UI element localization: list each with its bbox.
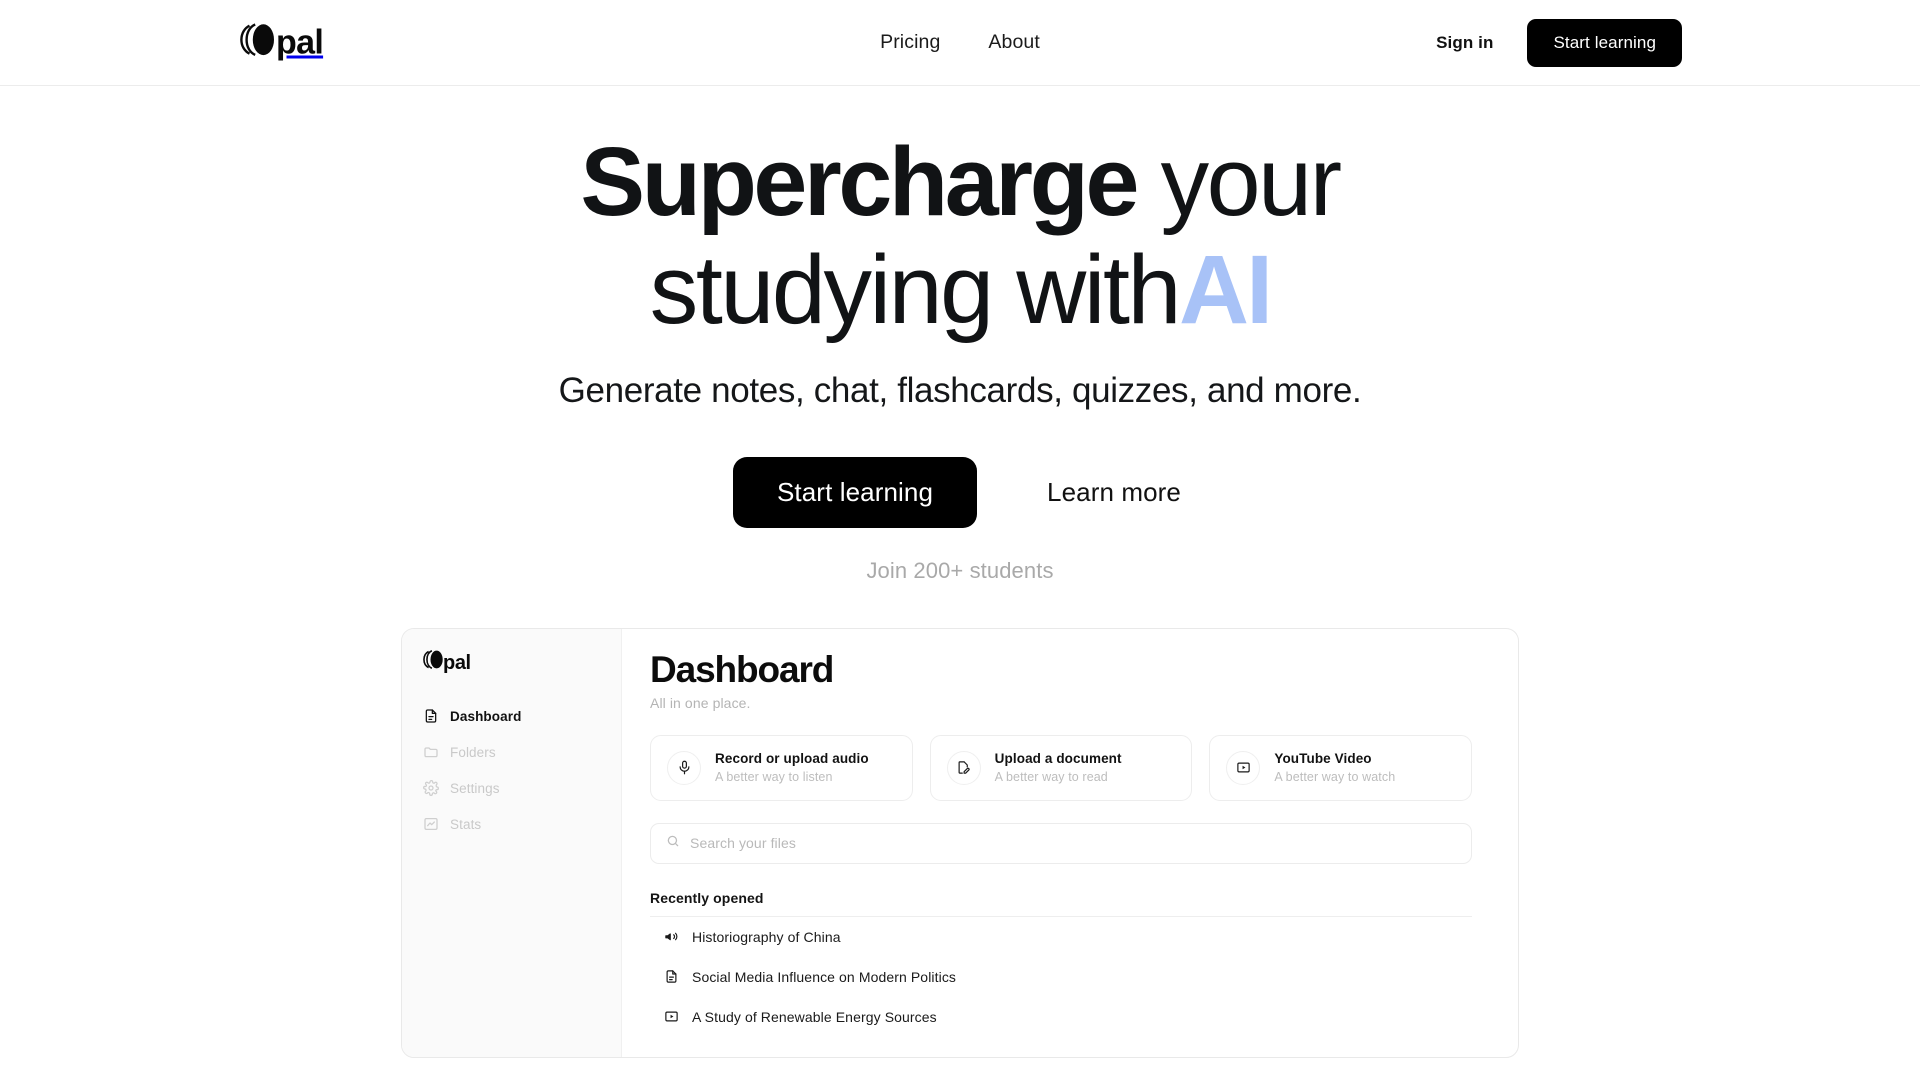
hero-learn-more-button[interactable]: Learn more — [1041, 457, 1187, 528]
dashboard-brand-logo[interactable]: pal — [402, 649, 621, 676]
dashboard-brand-wordmark: pal — [443, 651, 471, 674]
header-start-learning-button[interactable]: Start learning — [1527, 18, 1682, 67]
sidebar-item-settings[interactable]: Settings — [414, 773, 609, 803]
action-card-upload-document[interactable]: Upload a document A better way to read — [929, 734, 1193, 801]
page-title: Supercharge your studying withAI — [410, 128, 1510, 343]
header-actions: Sign in Start learning — [1436, 18, 1682, 67]
dashboard-action-cards: Record or upload audio A better way to l… — [650, 734, 1473, 801]
recently-opened-heading: Recently opened — [650, 890, 1472, 917]
gear-icon — [423, 780, 439, 797]
list-item-label: Social Media Influence on Modern Politic… — [692, 968, 957, 985]
action-card-title: YouTube Video — [1274, 750, 1372, 766]
hero-section: Supercharge your studying withAI Generat… — [0, 86, 1920, 584]
document-icon — [423, 708, 439, 724]
action-card-record-audio[interactable]: Record or upload audio A better way to l… — [650, 734, 913, 801]
hero-cta-group: Start learning Learn more — [0, 457, 1920, 529]
sidebar-item-label: Settings — [450, 780, 500, 796]
recently-opened-list: Historiography of China Social Media Inf… — [650, 917, 1472, 1037]
sidebar-item-stats[interactable]: Stats — [414, 809, 609, 839]
action-card-title: Record or upload audio — [715, 750, 869, 766]
hero-start-learning-button[interactable]: Start learning — [732, 457, 978, 529]
opal-logo-icon — [422, 649, 445, 676]
dashboard-preview: pal Dashboard Folders Settings Stats Das… — [401, 628, 1519, 1059]
audio-speaker-icon — [664, 929, 679, 944]
nav-link-about[interactable]: About — [988, 31, 1039, 54]
list-item-label: Historiography of China — [692, 928, 841, 945]
document-icon — [664, 969, 679, 984]
list-item[interactable]: A Study of Renewable Energy Sources — [650, 997, 1472, 1037]
video-play-icon — [1226, 750, 1261, 785]
sidebar-item-label: Dashboard — [450, 708, 522, 724]
sidebar-item-label: Folders — [450, 744, 496, 760]
site-header: pal Pricing About Sign in Start learning — [0, 0, 1920, 86]
search-input[interactable] — [690, 835, 1456, 852]
nav-link-pricing[interactable]: Pricing — [880, 31, 940, 54]
action-card-desc: A better way to listen — [715, 769, 833, 784]
video-play-icon — [664, 1009, 679, 1024]
hero-subtitle: Generate notes, chat, flashcards, quizze… — [558, 371, 1362, 411]
document-edit-icon — [946, 750, 981, 785]
action-card-desc: A better way to read — [994, 769, 1108, 784]
social-proof-text: Join 200+ students — [866, 558, 1054, 584]
microphone-icon — [667, 750, 701, 785]
dashboard-nav: Dashboard Folders Settings Stats — [402, 701, 621, 839]
dashboard-title: Dashboard — [650, 649, 834, 691]
brand-wordmark: pal — [276, 23, 324, 62]
sidebar-item-folders[interactable]: Folders — [414, 737, 609, 767]
dashboard-sidebar: pal Dashboard Folders Settings Stats — [402, 629, 622, 1058]
chart-icon — [423, 816, 439, 832]
search-icon — [666, 834, 680, 853]
hero-title-ai-accent: AI — [1179, 234, 1273, 344]
list-item-label: A Study of Renewable Energy Sources — [692, 1008, 937, 1025]
sidebar-item-label: Stats — [450, 816, 482, 832]
sign-in-link[interactable]: Sign in — [1436, 33, 1493, 53]
main-nav: Pricing About — [880, 31, 1040, 54]
dashboard-main: Dashboard All in one place. Record or up… — [622, 629, 1518, 1057]
list-item[interactable]: Historiography of China — [650, 917, 1472, 957]
dashboard-preview-wrapper: pal Dashboard Folders Settings Stats Das… — [0, 628, 1920, 1059]
dashboard-subtitle: All in one place. — [650, 694, 751, 711]
action-card-youtube-video[interactable]: YouTube Video A better way to watch — [1209, 734, 1473, 801]
brand-logo[interactable]: pal — [238, 21, 324, 64]
action-card-title: Upload a document — [994, 750, 1122, 766]
folder-icon — [423, 744, 439, 760]
action-card-desc: A better way to watch — [1274, 769, 1396, 784]
hero-title-emphasis: Supercharge — [580, 127, 1139, 236]
list-item[interactable]: Social Media Influence on Modern Politic… — [650, 957, 1472, 997]
opal-logo-icon — [238, 21, 278, 64]
search-bar[interactable] — [650, 822, 1472, 864]
sidebar-item-dashboard[interactable]: Dashboard — [414, 701, 609, 731]
